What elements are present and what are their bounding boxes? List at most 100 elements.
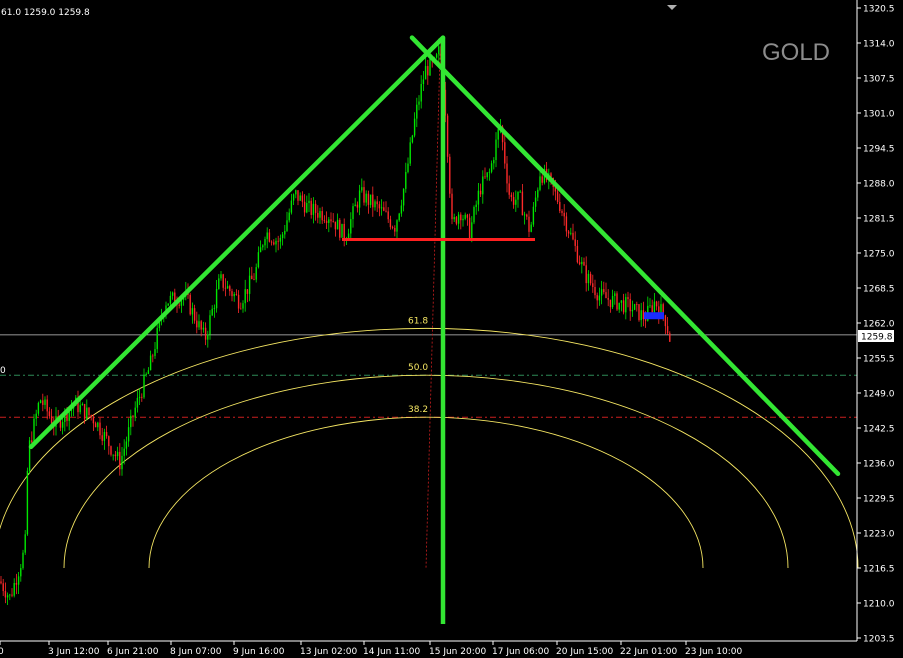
candle-body bbox=[127, 427, 130, 442]
candle-body bbox=[33, 418, 35, 443]
candle-body bbox=[130, 415, 132, 428]
candle-body bbox=[636, 304, 638, 305]
candle-body bbox=[561, 210, 563, 213]
candle-body bbox=[589, 273, 592, 284]
candle-body bbox=[462, 218, 464, 221]
candle-body bbox=[526, 214, 528, 217]
candle-body bbox=[625, 297, 627, 313]
candle-body bbox=[559, 201, 561, 211]
candle-body bbox=[537, 189, 539, 198]
candle-body bbox=[534, 197, 537, 207]
candle-body bbox=[178, 304, 180, 306]
candle-body bbox=[565, 216, 568, 232]
candle-body bbox=[213, 308, 216, 310]
candle-body bbox=[149, 355, 152, 371]
candle-body bbox=[594, 287, 596, 296]
candle-body bbox=[387, 211, 389, 220]
candle-body bbox=[295, 190, 297, 195]
candle-body bbox=[473, 206, 475, 223]
candle-body bbox=[171, 292, 174, 296]
candle-body bbox=[411, 135, 414, 143]
candle-body bbox=[308, 200, 310, 204]
candle-body bbox=[508, 183, 510, 195]
candle-body bbox=[385, 210, 387, 212]
price-tick-label: 1294.5 bbox=[863, 145, 895, 155]
candle-body bbox=[358, 190, 361, 208]
candle-body bbox=[482, 176, 484, 195]
current-price-label: 1259.8 bbox=[861, 333, 893, 343]
candle-body bbox=[622, 300, 625, 313]
candle-body bbox=[189, 294, 191, 315]
candle-body bbox=[556, 191, 559, 202]
candle-body bbox=[466, 214, 469, 218]
price-tick-label: 1268.5 bbox=[863, 285, 895, 295]
candle-body bbox=[273, 242, 275, 245]
candle-body bbox=[504, 142, 506, 164]
candle-body bbox=[209, 315, 211, 335]
candle-body bbox=[515, 199, 517, 205]
candle-body bbox=[457, 214, 460, 224]
fib-arc-label: 50.0 bbox=[408, 363, 428, 373]
price-tick-label: 1314.0 bbox=[863, 40, 895, 50]
candle-body bbox=[193, 308, 196, 321]
candle-body bbox=[446, 115, 449, 157]
candle-body bbox=[226, 286, 229, 289]
candle-body bbox=[31, 440, 33, 443]
candle-body bbox=[576, 245, 579, 263]
candle-body bbox=[669, 333, 671, 342]
candle-body bbox=[86, 407, 88, 419]
left-level-stub: 0 bbox=[0, 366, 6, 376]
candle-body bbox=[638, 304, 640, 321]
candle-body bbox=[655, 301, 658, 307]
candle-body bbox=[17, 576, 20, 585]
candle-body bbox=[237, 294, 240, 309]
candle-body bbox=[110, 446, 112, 455]
candle-body bbox=[44, 399, 46, 405]
candle-body bbox=[119, 451, 121, 470]
candle-body bbox=[233, 294, 235, 297]
candle-body bbox=[517, 191, 519, 200]
order-marker[interactable] bbox=[644, 312, 664, 320]
candle-body bbox=[380, 207, 383, 209]
candle-body bbox=[325, 220, 328, 223]
candle-body bbox=[369, 194, 372, 205]
candle-body bbox=[167, 303, 169, 306]
candle-body bbox=[48, 411, 51, 417]
candle-body bbox=[570, 232, 572, 234]
candle-body bbox=[541, 176, 543, 183]
candle-body bbox=[607, 298, 609, 300]
candle-body bbox=[493, 160, 495, 164]
candle-body bbox=[435, 54, 438, 58]
candle-body bbox=[620, 300, 623, 303]
candle-body bbox=[116, 451, 119, 457]
candle-body bbox=[486, 172, 488, 178]
candle-body bbox=[578, 262, 581, 265]
price-tick-label: 1249.0 bbox=[863, 390, 895, 400]
candle-body bbox=[255, 267, 257, 280]
time-tick-label: 13 Jun 02:00 bbox=[300, 647, 357, 657]
time-tick-label: 0 bbox=[0, 647, 4, 657]
candle-body bbox=[114, 454, 117, 457]
candle-body bbox=[319, 211, 321, 218]
candle-body bbox=[572, 232, 574, 240]
price-tick-label: 1236.0 bbox=[863, 460, 895, 470]
candle-body bbox=[424, 66, 427, 80]
candle-body bbox=[169, 295, 172, 304]
time-tick-label: 6 Jun 21:00 bbox=[107, 647, 159, 657]
price-tick-label: 1210.0 bbox=[863, 600, 895, 610]
candle-body bbox=[2, 583, 4, 592]
candle-body bbox=[268, 232, 271, 242]
price-tick-label: 1255.5 bbox=[863, 355, 895, 365]
candle-body bbox=[11, 594, 13, 596]
candle-body bbox=[215, 288, 218, 309]
candle-body bbox=[468, 217, 471, 239]
candle-body bbox=[475, 204, 477, 207]
candle-body bbox=[218, 278, 220, 289]
price-chart[interactable]: 61.8 50.0 38.2 1320.5 1314.0 1307.5 1301.0 129… bbox=[0, 0, 903, 658]
candle-body bbox=[321, 211, 323, 221]
price-tick-label: 1262.0 bbox=[863, 320, 895, 330]
candle-body bbox=[88, 407, 90, 416]
candle-body bbox=[372, 194, 374, 208]
price-tick-label: 1320.5 bbox=[863, 5, 895, 15]
candle-body bbox=[253, 279, 255, 280]
